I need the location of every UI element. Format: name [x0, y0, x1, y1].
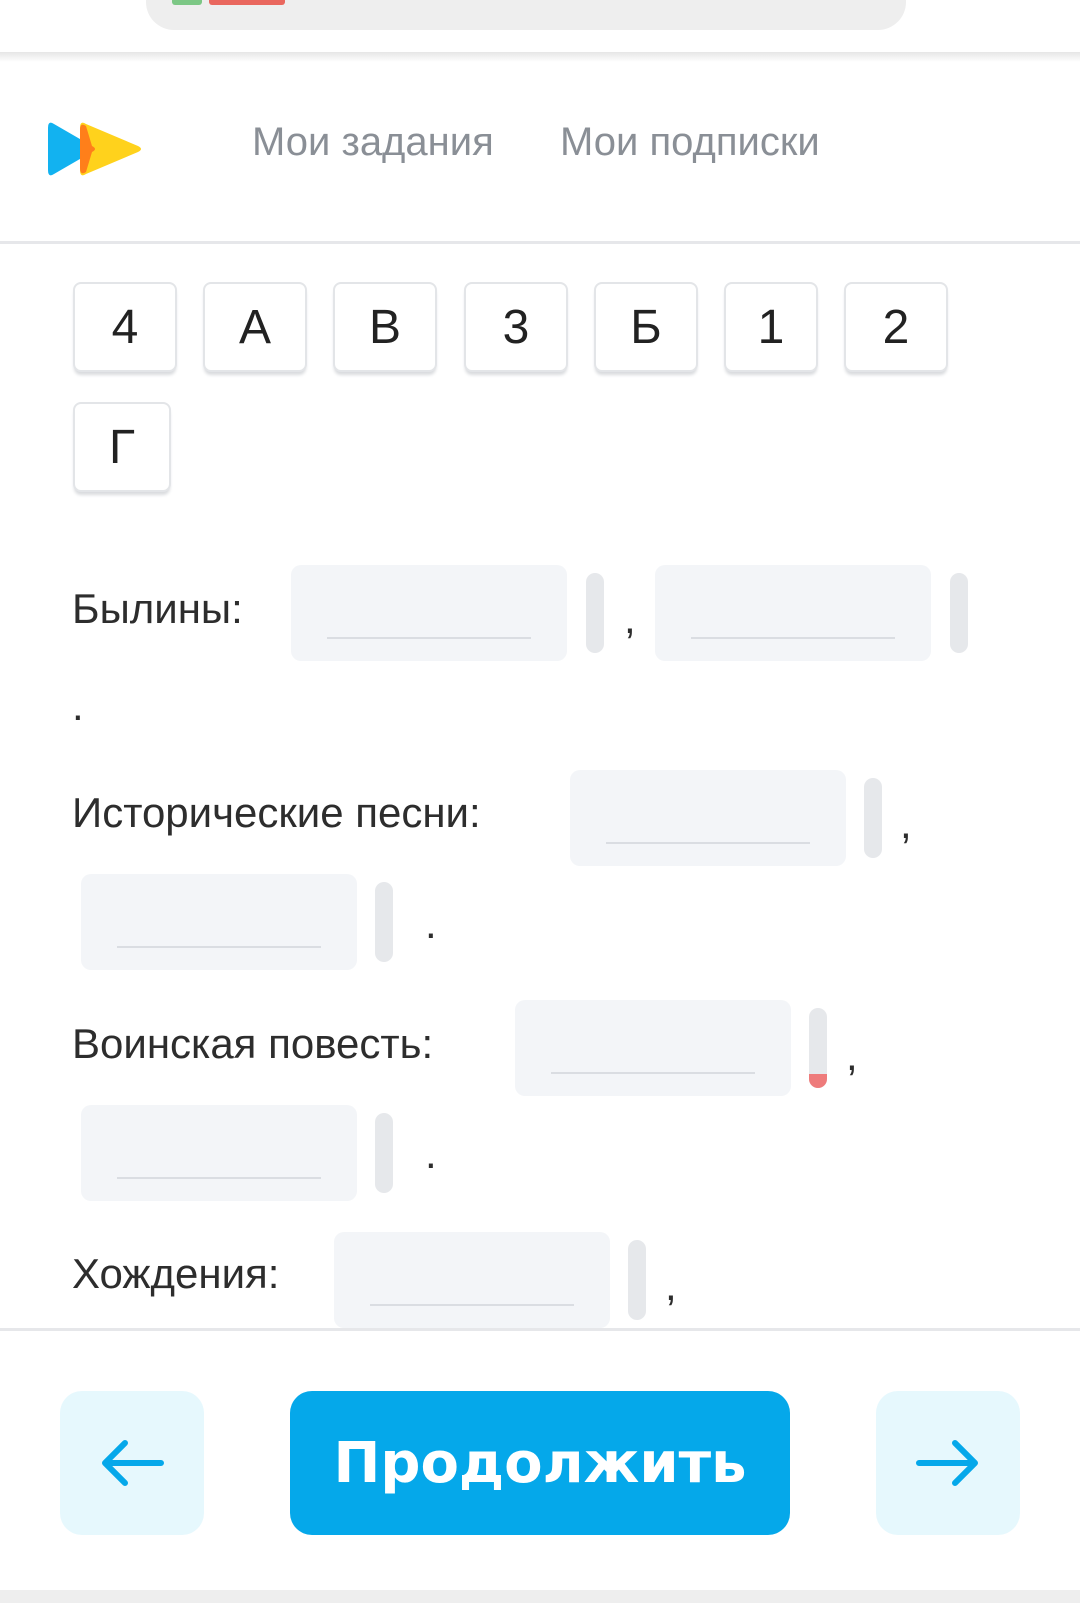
option-tile[interactable]: Б: [594, 282, 698, 372]
separator-period: .: [425, 1130, 437, 1177]
separator-comma: ,: [624, 595, 636, 642]
separator-period: .: [425, 900, 437, 947]
option-tile[interactable]: А: [203, 282, 307, 372]
drop-slot-indicator-error: [809, 1008, 827, 1088]
nav-my-tasks[interactable]: Мои задания: [252, 120, 494, 165]
drop-slot-indicator: [628, 1240, 646, 1320]
separator-comma: ,: [846, 1032, 858, 1079]
header-divider: [0, 241, 1080, 244]
option-tile[interactable]: 4: [73, 282, 177, 372]
continue-button[interactable]: Продолжить: [290, 1391, 790, 1535]
answer-drop-field[interactable]: [291, 565, 567, 661]
tab-indicator-green: [172, 0, 202, 5]
answer-drop-field[interactable]: [655, 565, 931, 661]
option-tile[interactable]: 3: [464, 282, 568, 372]
answer-drop-field[interactable]: [81, 1105, 357, 1201]
footer-divider: [0, 1328, 1080, 1331]
arrow-left-icon: [102, 1440, 164, 1486]
play-arrows-logo-icon[interactable]: [48, 114, 144, 184]
answer-drop-field[interactable]: [570, 770, 846, 866]
arrow-right-icon: [916, 1440, 978, 1486]
row-label-military-tale: Воинская повесть:: [72, 1020, 434, 1067]
previous-button[interactable]: [60, 1391, 204, 1535]
answer-drop-field[interactable]: [334, 1232, 610, 1328]
row-label-historical-songs: Исторические песни:: [72, 789, 481, 836]
option-tile[interactable]: В: [333, 282, 437, 372]
drop-slot-indicator: [375, 1113, 393, 1193]
separator-period: .: [72, 682, 84, 729]
site-header: Мои задания Мои подписки: [0, 62, 1080, 242]
option-tile[interactable]: 1: [724, 282, 818, 372]
browser-top-bar: [0, 0, 1080, 52]
top-bar-shadow: [0, 52, 1080, 62]
answer-drop-field[interactable]: [81, 874, 357, 970]
answer-drop-field[interactable]: [515, 1000, 791, 1096]
drop-slot-indicator: [950, 573, 968, 653]
drop-slot-indicator: [586, 573, 604, 653]
next-button[interactable]: [876, 1391, 1020, 1535]
drop-slot-indicator: [375, 882, 393, 962]
option-tile[interactable]: 2: [844, 282, 948, 372]
row-label-journeys: Хождения:: [72, 1250, 280, 1297]
separator-comma: ,: [665, 1262, 677, 1309]
option-tile[interactable]: Г: [73, 402, 171, 492]
drop-slot-indicator: [864, 778, 882, 858]
bottom-edge: [0, 1590, 1080, 1603]
nav-my-subscriptions[interactable]: Мои подписки: [560, 120, 820, 165]
row-label-byliny: Былины:: [72, 585, 243, 632]
separator-comma: ,: [900, 800, 912, 847]
tab-indicator-red: [209, 0, 285, 5]
